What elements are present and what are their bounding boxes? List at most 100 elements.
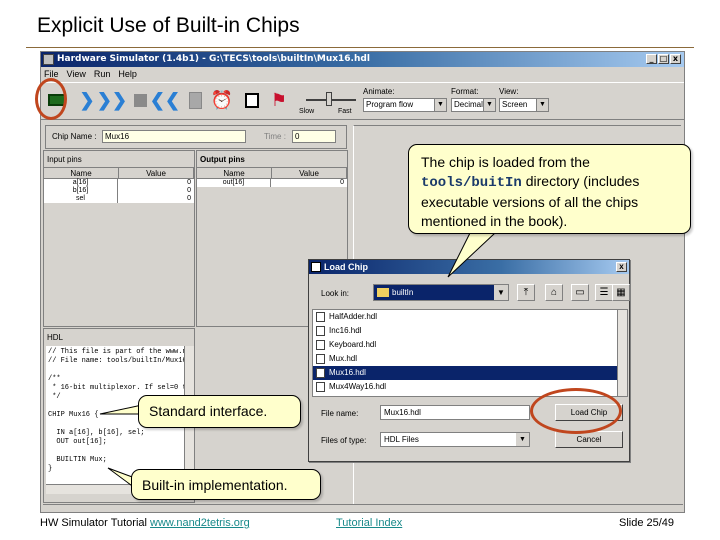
look-in-select[interactable]: builtIn ▼	[373, 284, 509, 301]
dialog-title: Load Chip	[324, 262, 368, 272]
cancel-button[interactable]: Cancel	[555, 431, 623, 448]
file-name-input[interactable]: Mux16.hdl	[380, 405, 530, 420]
file-name: Mux.hdl	[329, 354, 358, 363]
column-header-name[interactable]: Name	[44, 168, 119, 178]
footer-center: Tutorial Index	[336, 517, 402, 529]
slide-title: Explicit Use of Built-in Chips	[37, 14, 300, 37]
dropdown-arrow-icon[interactable]: ▼	[483, 99, 495, 111]
pin-name: out[16]	[222, 179, 245, 186]
list-view-icon[interactable]: ☰	[595, 284, 613, 301]
format-select[interactable]: Decimal ▼	[451, 98, 496, 112]
close-button[interactable]: x	[670, 54, 681, 64]
slider-thumb[interactable]	[326, 92, 332, 106]
menu-help[interactable]: Help	[118, 67, 137, 81]
format-value: Decimal	[454, 100, 483, 109]
file-item[interactable]: Mux.hdl	[313, 352, 617, 366]
file-name-label: File name:	[321, 409, 359, 418]
callout-standard-interface: Standard interface.	[138, 395, 301, 428]
file-icon	[316, 382, 325, 392]
calculator-icon[interactable]	[184, 89, 206, 111]
file-type-label: Files of type:	[321, 436, 367, 445]
single-step-icon[interactable]: ❯	[76, 89, 98, 111]
run-icon[interactable]: ❯❯	[97, 89, 127, 111]
time-field[interactable]: 0	[292, 130, 336, 143]
menu-run[interactable]: Run	[94, 67, 111, 81]
chip-name-field[interactable]: Mux16	[102, 130, 246, 143]
file-item[interactable]: Keyboard.hdl	[313, 338, 617, 352]
callout-builtin-implementation: Built-in implementation.	[131, 469, 321, 500]
input-pins-title: Input pins	[43, 150, 195, 167]
highlight-ring-load-button	[530, 388, 622, 434]
footer-site-link[interactable]: www.nand2tetris.org	[150, 517, 250, 529]
animate-value: Program flow	[366, 100, 414, 109]
view-label: View:	[499, 87, 519, 96]
reset-icon[interactable]: ❮❮	[150, 89, 180, 111]
new-folder-icon[interactable]: ▭	[571, 284, 589, 301]
pin-name: sel	[76, 195, 85, 202]
dropdown-arrow-icon[interactable]: ▼	[494, 285, 508, 300]
animate-select[interactable]: Program flow ▼	[363, 98, 447, 112]
window-titlebar[interactable]: Hardware Simulator (1.4b1) - G:\TECS\too…	[41, 52, 684, 67]
slider-slow-label: Slow	[299, 108, 315, 115]
column-header-value[interactable]: Value	[119, 168, 194, 178]
dialog-titlebar[interactable]: Load Chip x	[309, 260, 629, 274]
animate-label: Animate:	[363, 87, 395, 96]
dropdown-arrow-icon[interactable]: ▼	[434, 99, 446, 111]
dialog-app-icon	[311, 262, 321, 272]
column-header-value[interactable]: Value	[272, 168, 347, 178]
stop-icon[interactable]	[129, 89, 151, 111]
file-name: Mux16.hdl	[329, 368, 366, 377]
chip-name-row: Chip Name : Mux16 Time : 0	[45, 125, 347, 149]
details-view-icon[interactable]: ▦	[612, 284, 630, 301]
toolbar: ❯ ❯❯ ❮❮ ⏰ ⚑ Slow Fast Animate: Program f…	[41, 82, 684, 120]
title-divider	[26, 47, 694, 48]
slider-fast-label: Fast	[338, 108, 352, 115]
menu-view[interactable]: View	[67, 67, 86, 81]
table-row[interactable]: a[16] 0	[44, 179, 194, 187]
chip-name-label: Chip Name :	[52, 132, 97, 141]
file-list-scrollbar[interactable]	[617, 310, 627, 396]
menubar: File View Run Help	[41, 67, 684, 81]
file-item[interactable]: Inc16.hdl	[313, 324, 617, 338]
view-select[interactable]: Screen ▼	[499, 98, 549, 112]
status-bar	[43, 504, 683, 512]
table-row[interactable]: out[16] 0	[197, 179, 347, 187]
script-icon[interactable]	[241, 89, 263, 111]
output-pins-title: Output pins	[196, 150, 348, 167]
table-row[interactable]: b[16] 0	[44, 187, 194, 195]
clock-icon[interactable]: ⏰	[211, 89, 233, 111]
file-item[interactable]: HalfAdder.hdl	[313, 310, 617, 324]
callout-builtin-directory: The chip is loaded from the tools/buitIn…	[408, 144, 691, 234]
callout-code: tools/buitIn	[421, 175, 522, 191]
pin-value[interactable]: 0	[117, 187, 194, 195]
maximize-button[interactable]: □	[658, 54, 669, 64]
input-pins-table: Name Value a[16] 0 b[16] 0 sel 0	[43, 167, 195, 327]
file-type-select[interactable]: HDL Files ▼	[380, 432, 530, 447]
window-title: Hardware Simulator (1.4b1) - G:\TECS\too…	[57, 54, 370, 64]
dropdown-arrow-icon[interactable]: ▼	[536, 99, 548, 111]
minimize-button[interactable]: _	[646, 54, 657, 64]
format-label: Format:	[451, 87, 479, 96]
look-in-label: Look in:	[321, 289, 350, 298]
tutorial-index-link[interactable]: Tutorial Index	[336, 517, 402, 529]
file-name: Mux4Way16.hdl	[329, 382, 387, 391]
dropdown-arrow-icon[interactable]: ▼	[516, 433, 529, 446]
look-in-value: builtIn	[392, 288, 414, 297]
up-folder-icon[interactable]: ⤒	[517, 284, 535, 301]
dialog-close-button[interactable]: x	[616, 262, 627, 272]
pin-value[interactable]: 0	[117, 179, 194, 187]
file-icon	[316, 340, 325, 350]
pin-value: 0	[270, 179, 347, 187]
table-row[interactable]: sel 0	[44, 195, 194, 203]
callout-text: The chip is loaded from the	[421, 154, 590, 170]
column-header-name[interactable]: Name	[197, 168, 272, 178]
breakpoint-flag-icon[interactable]: ⚑	[268, 89, 290, 111]
home-folder-icon[interactable]: ⌂	[545, 284, 563, 301]
pin-value[interactable]: 0	[117, 195, 194, 203]
file-name: Keyboard.hdl	[329, 340, 377, 349]
file-type-value: HDL Files	[384, 435, 419, 444]
footer-text: HW Simulator Tutorial	[40, 517, 147, 529]
file-icon	[316, 326, 325, 336]
pin-name: a[16]	[72, 179, 89, 186]
file-item-selected[interactable]: Mux16.hdl	[313, 366, 617, 380]
